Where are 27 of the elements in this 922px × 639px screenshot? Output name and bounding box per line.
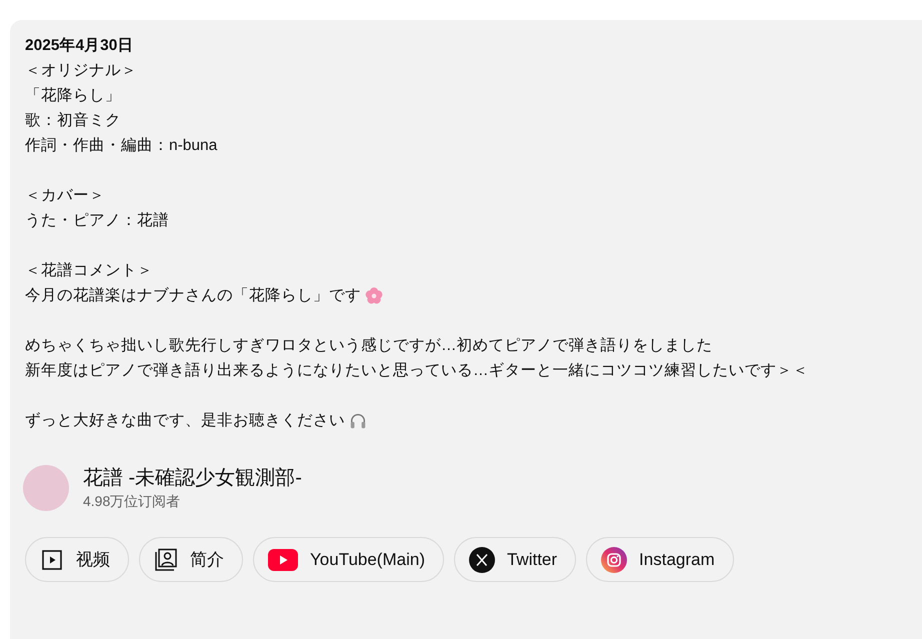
- description-line: 新年度はピアノで弾き語り出来るようになりたいと思っている…ギターと一緒にコツコツ練習したいです＞＜: [25, 361, 808, 381]
- channel-link-button[interactable]: Twitter: [454, 537, 576, 582]
- description-line: ずっと大好きな曲です、是非お聴きください: [25, 411, 345, 431]
- channel-avatar[interactable]: [23, 465, 69, 511]
- upload-date: 2025年4月30日: [25, 36, 134, 56]
- description-line: ＜カバー＞: [25, 186, 105, 206]
- channel-link-button[interactable]: Instagram: [586, 537, 734, 582]
- description-line: ＜花譜コメント＞: [25, 261, 153, 281]
- subscriber-count: 4.98万位订阅者: [83, 492, 180, 511]
- channel-link-button[interactable]: YouTube(Main): [253, 537, 444, 582]
- play-icon: [40, 548, 64, 572]
- flower-icon: [365, 286, 383, 304]
- description-line: 今月の花譜楽はナブナさんの「花降らし」です: [25, 286, 361, 306]
- description-line: 歌：初音ミク: [25, 111, 121, 131]
- description-line: うた・ピアノ：花譜: [25, 211, 169, 231]
- x-logo-icon: [468, 546, 495, 572]
- camera-logo-icon: [601, 546, 628, 572]
- description-line: めちゃくちゃ拙いし歌先行しすぎワロタという感じですが…初めてピアノで弾き語りをしました: [25, 336, 712, 356]
- description-line: 作詞・作曲・編曲：n-buna: [25, 136, 218, 156]
- person-icon: [154, 548, 178, 572]
- headphones-icon: [349, 412, 367, 430]
- description-line: 「花降らし」: [25, 86, 121, 106]
- description-line: ＜オリジナル＞: [25, 61, 137, 81]
- play-logo-icon: [268, 548, 298, 570]
- channel-link-button[interactable]: 视频: [25, 537, 129, 582]
- channel-link-button[interactable]: 简介: [139, 537, 243, 582]
- channel-name[interactable]: 花譜 -未確認少女観測部-: [83, 465, 302, 491]
